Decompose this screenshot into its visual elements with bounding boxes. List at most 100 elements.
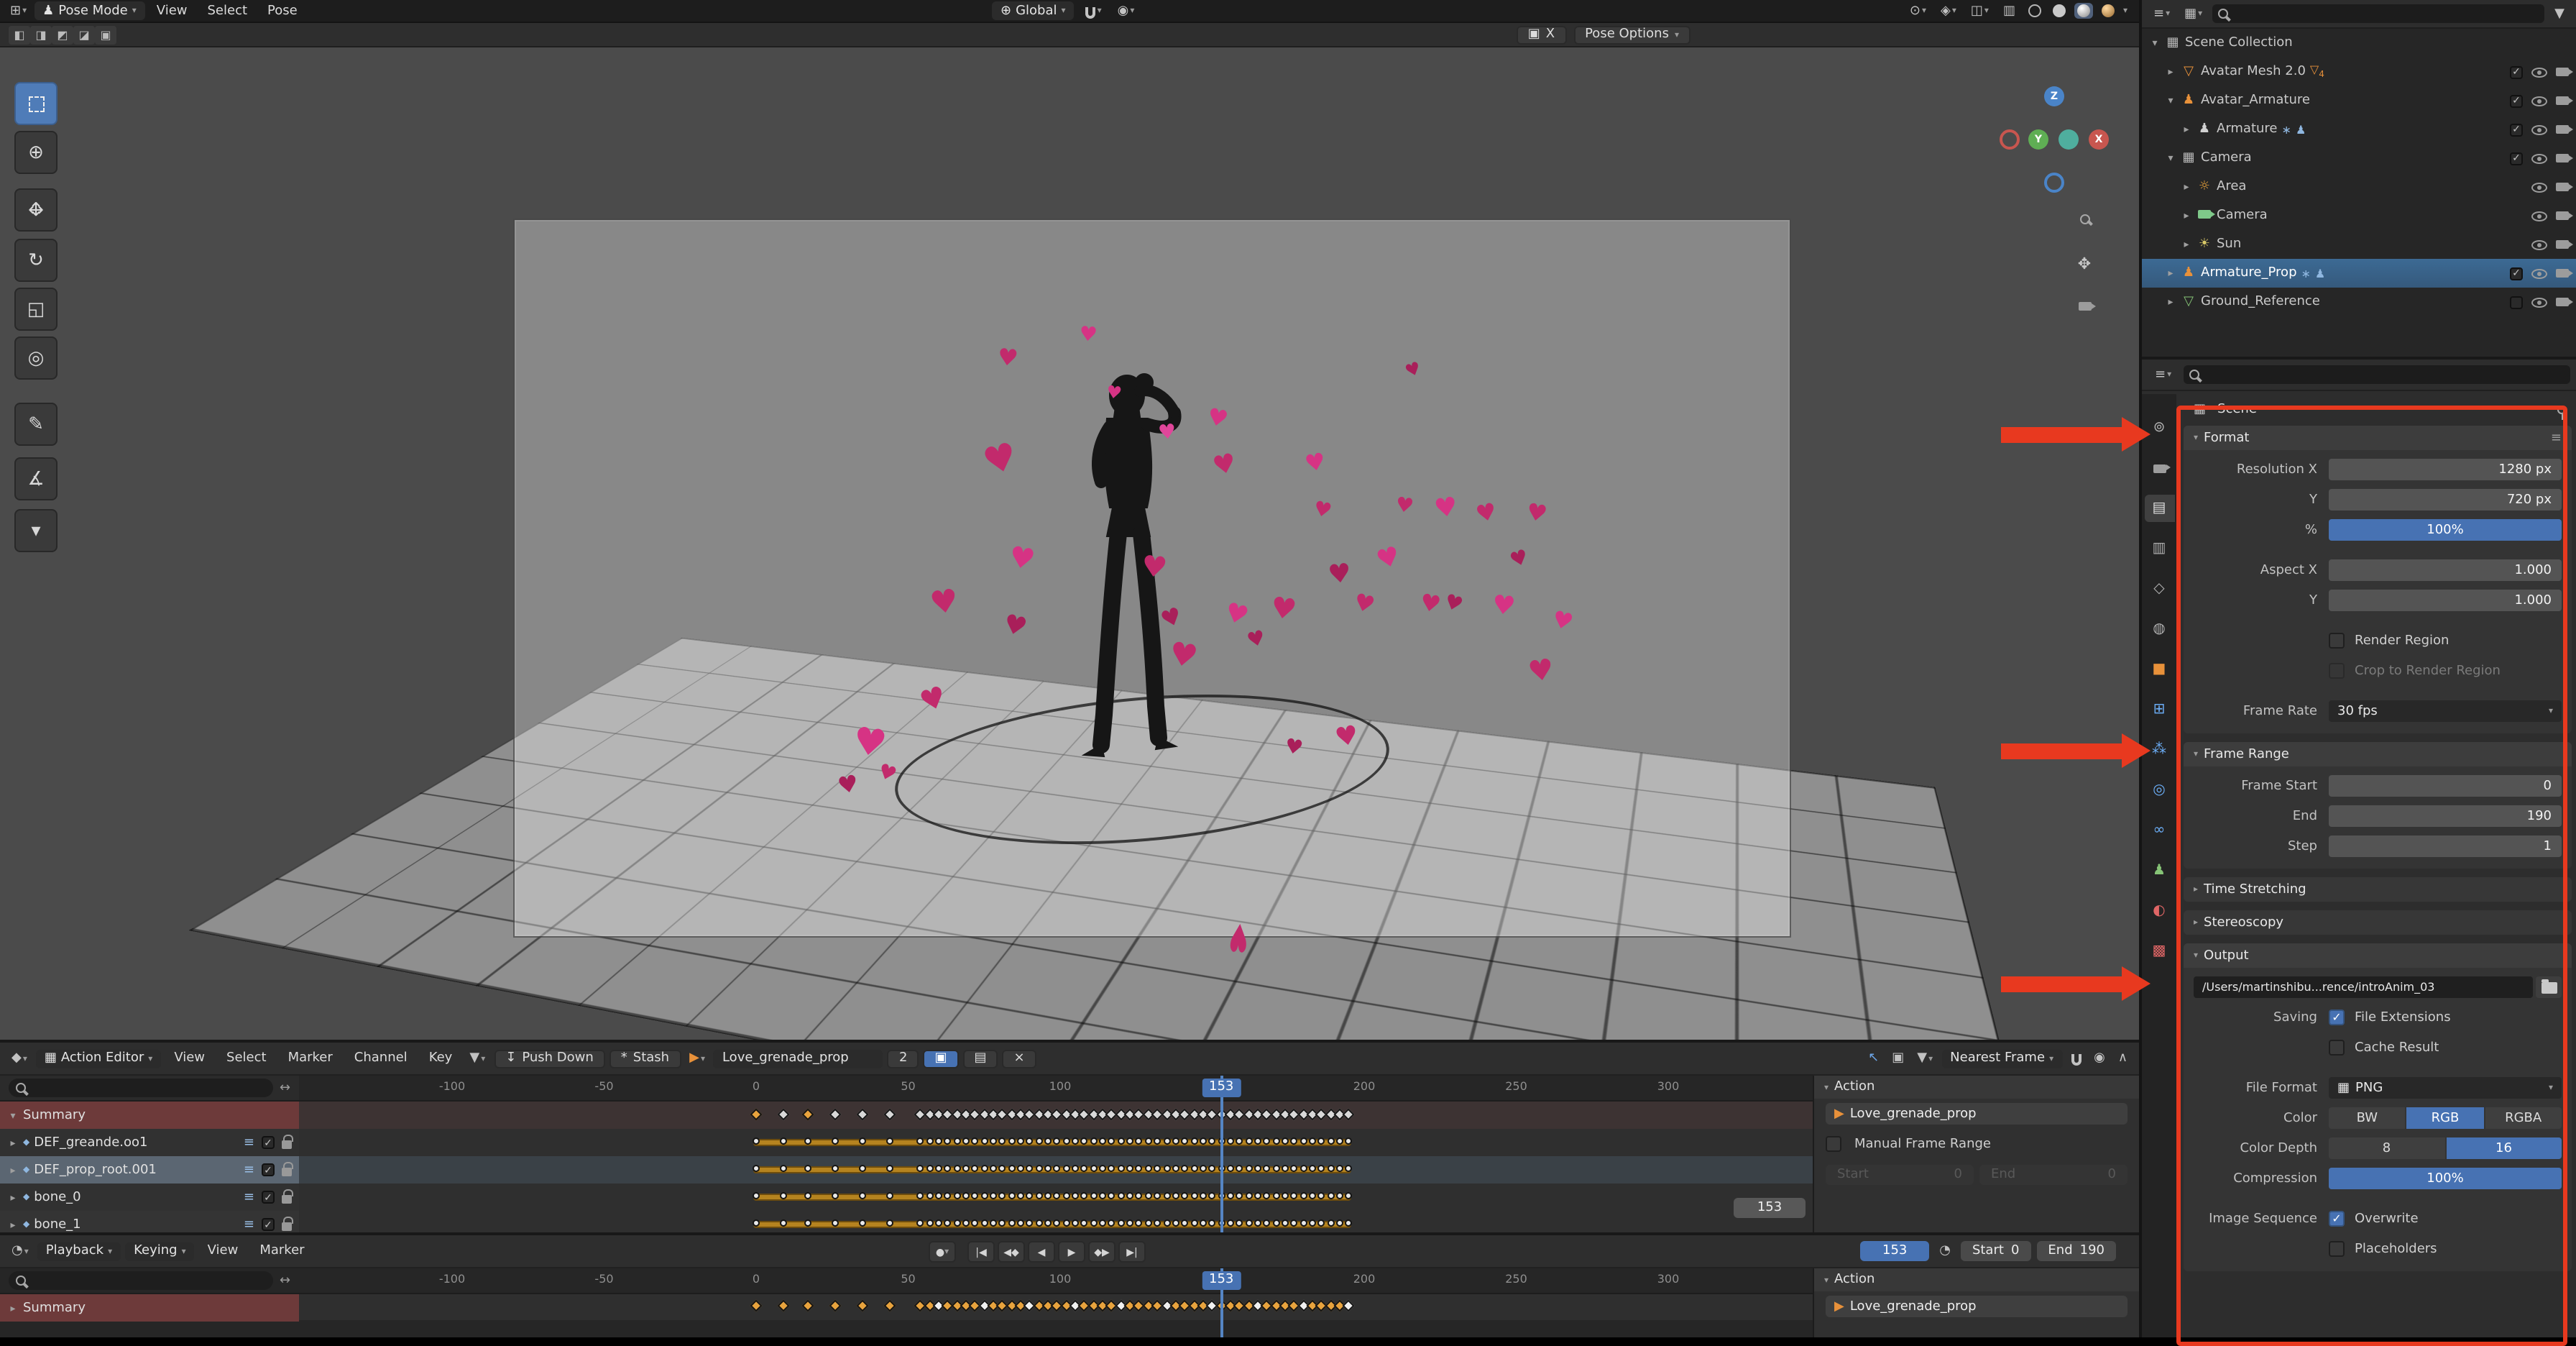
tab-texture[interactable]: ▩ <box>2144 938 2174 965</box>
use-preview-range-icon[interactable]: ◔ <box>1935 1244 1955 1258</box>
resolution-pct-slider[interactable]: 100% <box>2329 519 2562 541</box>
menu-select[interactable]: Select <box>199 4 257 18</box>
keyframe[interactable] <box>990 1192 997 1199</box>
output-path-field[interactable]: /Users/martinshibu...rence/introAnim_03 <box>2194 976 2533 998</box>
disclosure-icon[interactable]: ▸ <box>2181 210 2192 221</box>
current-frame-badge[interactable]: 153 <box>1202 1079 1241 1097</box>
ds-search-input[interactable] <box>9 1079 274 1097</box>
push-down-button[interactable]: ↧Push Down <box>494 1049 605 1068</box>
keyframe[interactable] <box>935 1165 942 1172</box>
tab-material[interactable]: ◐ <box>2144 897 2174 925</box>
keyframe[interactable] <box>1227 1219 1234 1227</box>
keyframe[interactable] <box>1245 1219 1252 1227</box>
color-bw-button[interactable]: BW <box>2329 1107 2406 1129</box>
keyframe[interactable] <box>1017 1137 1024 1145</box>
keyframe[interactable] <box>778 1300 790 1312</box>
keyframe[interactable] <box>1291 1192 1298 1199</box>
selectable-checkbox[interactable]: ✓ <box>2510 267 2523 280</box>
keyframe[interactable] <box>780 1219 787 1227</box>
ds-menu-marker[interactable]: Marker <box>280 1051 341 1066</box>
keyframe[interactable] <box>962 1219 970 1227</box>
shading-wireframe-icon[interactable] <box>2025 3 2044 19</box>
action-users-button[interactable]: 2 <box>888 1049 919 1068</box>
keyframe[interactable] <box>1327 1192 1334 1199</box>
panel-frame-range-header[interactable]: ▾Frame Range <box>2184 742 2572 766</box>
tab-object[interactable]: ■ <box>2144 656 2174 683</box>
keyframe[interactable] <box>1254 1219 1261 1227</box>
keyframe[interactable] <box>1118 1192 1125 1199</box>
keyframe[interactable] <box>1044 1219 1052 1227</box>
disclosure-icon[interactable]: ▸ <box>2181 181 2192 193</box>
visibility-dropdown-icon[interactable]: ⊙▾ <box>1905 4 1931 18</box>
keyframe[interactable] <box>1181 1165 1188 1172</box>
keyframe[interactable] <box>1072 1137 1079 1145</box>
ds-funnel-icon[interactable]: ▼▾ <box>1913 1051 1937 1066</box>
keyframe[interactable] <box>1163 1165 1170 1172</box>
fake-user-toggle[interactable]: ▣ <box>923 1049 958 1068</box>
keyframe[interactable] <box>1209 1137 1216 1145</box>
keyframe[interactable] <box>1072 1219 1079 1227</box>
render-visibility-toggle[interactable] <box>2556 154 2569 162</box>
keyframe[interactable] <box>750 1300 763 1312</box>
keyframe[interactable] <box>935 1219 942 1227</box>
keyframe[interactable] <box>953 1165 960 1172</box>
frame-end-prop-field[interactable]: 190 <box>2329 805 2562 827</box>
tool-setting-icon-4[interactable]: ◪ <box>73 25 95 44</box>
disclosure-icon[interactable]: ▸ <box>2181 124 2192 135</box>
ds-expand-icon[interactable]: ↔ <box>280 1081 290 1095</box>
panel-format-header[interactable]: ▾Format≡ <box>2184 426 2572 450</box>
selectable-checkbox[interactable] <box>2510 296 2523 308</box>
action-name-field[interactable]: Love_grenade_prop <box>714 1049 883 1068</box>
snap-mode-dropdown[interactable]: Nearest Frame▾ <box>1941 1049 2062 1068</box>
keyframe[interactable] <box>1300 1192 1307 1199</box>
keyframe[interactable] <box>944 1165 951 1172</box>
channel-def-prop-root-001[interactable]: ▸◆DEF_prop_root.001≡✓ <box>0 1156 299 1184</box>
current-frame-field[interactable]: 153 <box>1860 1241 1929 1261</box>
keyframe[interactable] <box>780 1165 787 1172</box>
keyframe[interactable] <box>753 1219 760 1227</box>
render-visibility-toggle[interactable] <box>2556 211 2569 220</box>
keyframe[interactable] <box>1081 1165 1088 1172</box>
lock-icon[interactable] <box>282 1222 292 1231</box>
keyframe[interactable] <box>1309 1165 1316 1172</box>
keyframe[interactable] <box>857 1109 869 1121</box>
outliner-row-avatar-armature[interactable]: ▾♟Avatar_Armature✓ <box>2142 86 2576 115</box>
keyframe[interactable] <box>1026 1219 1034 1227</box>
resolution-y-field[interactable]: 720 px <box>2329 489 2562 511</box>
tl-keying-dropdown[interactable]: Keying▾ <box>125 1242 195 1260</box>
tl-ruler[interactable]: -100-50050100200250300153 <box>299 1268 1813 1294</box>
keyframe[interactable] <box>859 1137 866 1145</box>
keyframe[interactable] <box>804 1219 811 1227</box>
render-visibility-toggle[interactable] <box>2556 68 2569 76</box>
keyframe[interactable] <box>1336 1192 1343 1199</box>
depth-16-button[interactable]: 16 <box>2446 1137 2562 1159</box>
keyframe[interactable] <box>1318 1137 1325 1145</box>
keyframe[interactable] <box>1300 1165 1307 1172</box>
keyframe[interactable] <box>980 1192 988 1199</box>
keyframe[interactable] <box>1008 1165 1015 1172</box>
keyframe[interactable] <box>1245 1192 1252 1199</box>
disclosure-icon[interactable]: ▸ <box>2165 267 2176 279</box>
keyframe[interactable] <box>1190 1165 1197 1172</box>
ds-select-filter-icon[interactable]: ↖ <box>1864 1051 1883 1066</box>
disclosure-icon[interactable]: ▸ <box>2165 66 2176 78</box>
browse-folder-button[interactable] <box>2536 976 2562 998</box>
keyframe[interactable] <box>804 1165 811 1172</box>
menu-view[interactable]: View <box>148 4 196 18</box>
keyframe[interactable] <box>859 1219 866 1227</box>
outliner-row-camera[interactable]: ▾▦Camera✓ <box>2142 144 2576 173</box>
keyframe[interactable] <box>916 1192 924 1199</box>
keyframe[interactable] <box>1099 1165 1106 1172</box>
keyframe[interactable] <box>1145 1137 1152 1145</box>
eye-toggle[interactable] <box>2531 153 2547 163</box>
channel-enable-checkbox[interactable]: ✓ <box>262 1218 275 1231</box>
keyframe[interactable] <box>1245 1165 1252 1172</box>
keyframe[interactable] <box>1062 1137 1070 1145</box>
keyframe[interactable] <box>1190 1219 1197 1227</box>
outliner-filter-icon[interactable]: ▼ <box>2550 6 2569 21</box>
eye-toggle[interactable] <box>2531 297 2547 307</box>
tab-world[interactable]: ◍ <box>2144 615 2174 643</box>
keyframe[interactable] <box>1282 1219 1289 1227</box>
keyframe[interactable] <box>935 1137 942 1145</box>
eye-toggle[interactable] <box>2531 67 2547 77</box>
